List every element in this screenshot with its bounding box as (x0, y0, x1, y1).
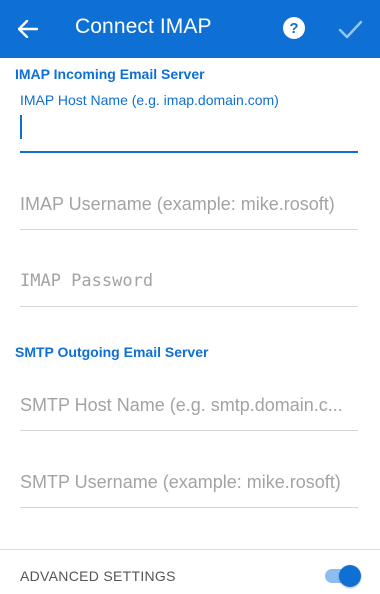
arrow-left-icon (18, 20, 38, 38)
checkmark-icon (338, 20, 363, 39)
app-bar: Connect IMAP ? (0, 0, 380, 58)
imap-host-label: IMAP Host Name (e.g. imap.domain.com) (20, 92, 279, 108)
incoming-section-header: IMAP Incoming Email Server (15, 66, 205, 82)
imap-host-underline (20, 151, 358, 153)
imap-host-input[interactable] (24, 115, 354, 136)
imap-username-input[interactable] (20, 194, 358, 215)
page-title: Connect IMAP (75, 15, 212, 38)
imap-password-input[interactable] (20, 271, 358, 291)
imap-host-field: IMAP Host Name (e.g. imap.domain.com) (20, 92, 358, 108)
smtp-host-underline (20, 430, 358, 431)
smtp-host-input[interactable] (20, 395, 358, 416)
confirm-button[interactable] (336, 15, 364, 43)
imap-password-underline (20, 306, 358, 307)
advanced-settings-label: ADVANCED SETTINGS (20, 568, 176, 584)
smtp-username-input[interactable] (20, 472, 358, 493)
toggle-knob (339, 565, 361, 587)
imap-username-underline (20, 229, 358, 230)
back-button[interactable] (12, 13, 44, 45)
svg-text:?: ? (289, 20, 298, 37)
help-button[interactable]: ? (282, 16, 306, 40)
text-caret (20, 115, 22, 139)
smtp-username-underline (20, 507, 358, 508)
advanced-settings-toggle[interactable] (325, 565, 361, 587)
divider (0, 549, 380, 550)
help-circle-icon: ? (283, 17, 305, 39)
outgoing-section-header: SMTP Outgoing Email Server (15, 344, 209, 360)
